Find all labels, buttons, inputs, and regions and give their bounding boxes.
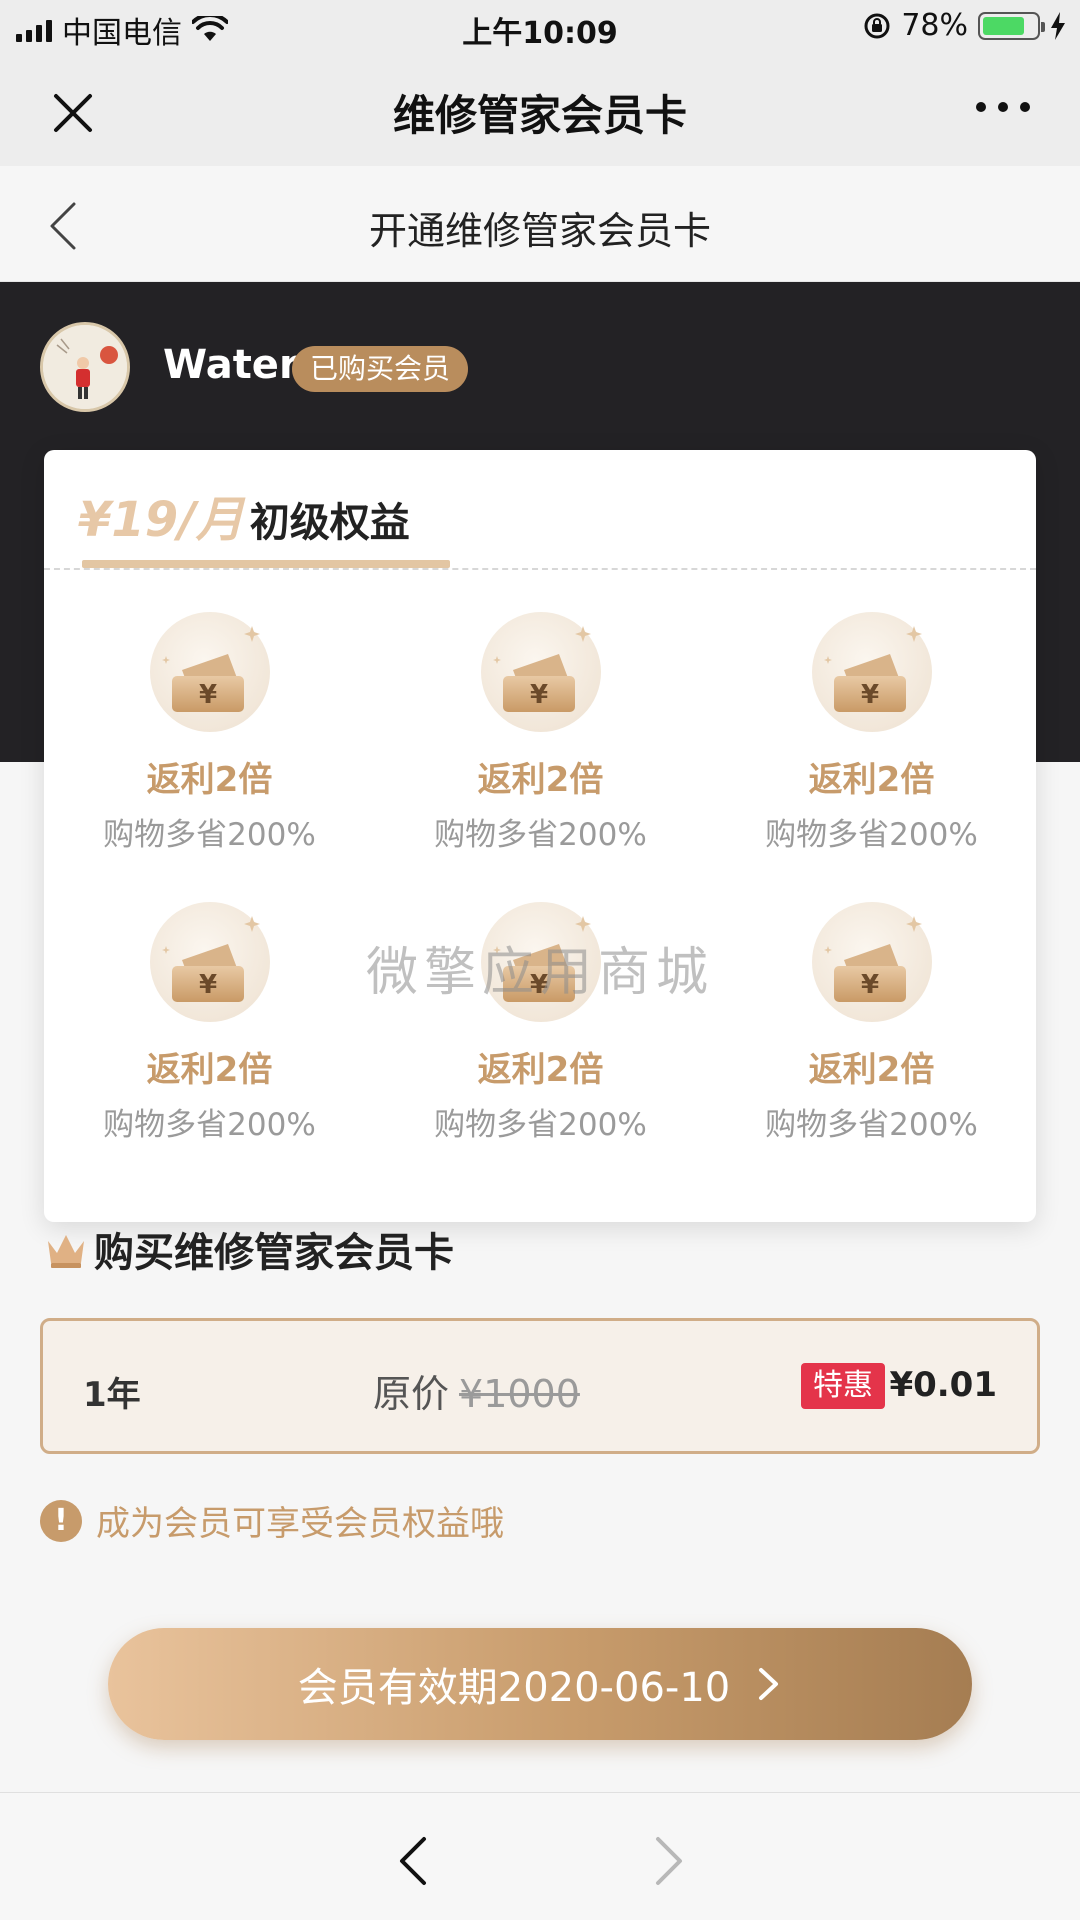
benefit-desc: 购物多省200%: [765, 1107, 978, 1143]
benefit-grid: 返利2倍 购物多省200% 返利2倍 购物多省200% 返利2倍 购物多省200…: [44, 610, 1036, 1144]
dashed-divider: [44, 568, 1036, 570]
benefit-desc: 购物多省200%: [434, 817, 647, 853]
coupon-ticket-icon: [810, 610, 934, 734]
info-icon: !: [40, 1499, 82, 1542]
nav-back-icon[interactable]: [394, 1835, 434, 1887]
chevron-right-icon: [759, 1668, 779, 1700]
avatar-image: [43, 325, 127, 409]
purchase-heading: 购买维修管家会员卡: [44, 1220, 454, 1278]
benefit-title: 返利2倍: [477, 1050, 604, 1090]
plan-price: ¥0.01: [889, 1365, 997, 1405]
benefit-title: 返利2倍: [146, 760, 273, 800]
username: Water: [163, 342, 299, 388]
avatar[interactable]: [40, 322, 130, 412]
plan-option[interactable]: 1年 原价 ¥1000 特惠 ¥0.01: [40, 1318, 1040, 1454]
benefit-desc: 购物多省200%: [103, 1107, 316, 1143]
watermark: 微擎应用商城: [365, 943, 714, 1003]
member-status-badge: 已购买会员: [292, 346, 469, 392]
coupon-ticket-icon: [148, 610, 272, 734]
tier-tab-indicator: [82, 560, 450, 568]
promo-badge: 特惠: [801, 1363, 885, 1409]
tier-name: 初级权益: [249, 500, 410, 546]
tier-price: ¥19/月: [78, 492, 244, 548]
benefit-item: 返利2倍 购物多省200%: [706, 610, 1037, 854]
battery-fill: [983, 16, 1024, 35]
battery-icon: [978, 11, 1045, 40]
member-notice: ! 成为会员可享受会员权益哦: [40, 1496, 504, 1545]
original-price: ¥1000: [459, 1372, 580, 1416]
charging-bolt-icon: [1051, 11, 1065, 40]
bottom-toolbar: [0, 1792, 1080, 1920]
page-header: 开通维修管家会员卡: [0, 166, 1080, 282]
original-price-label: 原价: [373, 1372, 450, 1416]
plan-period: 1年: [83, 1375, 141, 1415]
purchase-title: 购买维修管家会员卡: [94, 1230, 454, 1276]
benefit-desc: 购物多省200%: [103, 817, 316, 853]
notice-text: 成为会员可享受会员权益哦: [96, 1504, 504, 1544]
tier-heading: ¥19/月 初级权益: [78, 480, 410, 550]
benefit-item: 返利2倍 购物多省200%: [375, 610, 706, 854]
benefit-title: 返利2倍: [808, 760, 935, 800]
benefit-desc: 购物多省200%: [765, 817, 978, 853]
plan-original: 原价 ¥1000: [373, 1363, 580, 1418]
validity-label: 会员有效期2020-06-10: [297, 1665, 731, 1711]
benefit-item: 返利2倍 购物多省200%: [44, 610, 375, 854]
benefit-title: 返利2倍: [477, 760, 604, 800]
benefit-card: ¥19/月 初级权益 返利2倍 购物多省200% 返利2倍 购物多省200% 返…: [44, 450, 1036, 1222]
status-bar: 中国电信 上午10:09 78%: [0, 0, 1080, 54]
nav-forward-icon[interactable]: [648, 1835, 688, 1887]
status-right: 78%: [863, 8, 1066, 43]
benefit-title: 返利2倍: [146, 1050, 273, 1090]
battery-percent: 78%: [901, 8, 968, 43]
wechat-title: 维修管家会员卡: [392, 91, 687, 140]
page-title: 开通维修管家会员卡: [368, 209, 711, 253]
more-options-icon[interactable]: [976, 102, 1030, 112]
crown-icon: [48, 1235, 84, 1268]
wechat-nav-bar: 维修管家会员卡: [0, 54, 1080, 166]
benefit-desc: 购物多省200%: [434, 1107, 647, 1143]
rotation-lock-icon: [864, 13, 890, 38]
membership-validity-button[interactable]: 会员有效期2020-06-10: [108, 1628, 972, 1740]
benefit-title: 返利2倍: [808, 1050, 935, 1090]
coupon-ticket-icon: [479, 610, 603, 734]
